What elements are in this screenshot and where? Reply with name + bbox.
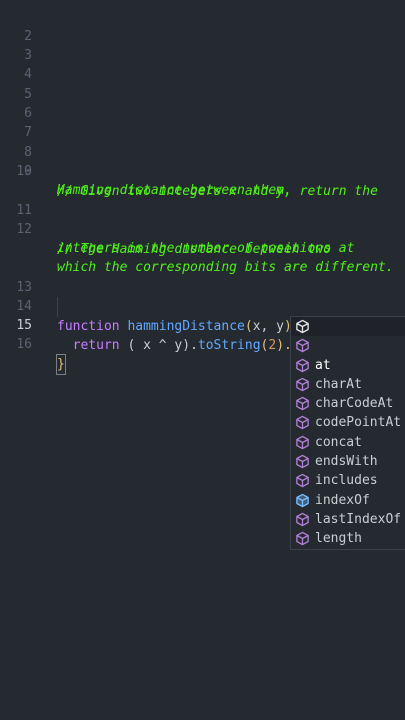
method-icon [296, 339, 309, 353]
editor-line-wrap: Hamming distance between them. [0, 162, 405, 198]
method-icon [296, 474, 309, 488]
editor-line: 13 [0, 259, 405, 295]
number-literal: 2 [268, 337, 277, 353]
editor-line: 12 // The Hamming distance between two [0, 201, 405, 256]
editor-line: 4 [0, 46, 405, 82]
method-icon [296, 358, 309, 372]
editor-line: 14 function hammingDistance(x, y){ [0, 278, 405, 335]
property-icon [296, 493, 309, 507]
suggestion-item[interactable]: charCodeAt [291, 356, 405, 411]
code-editor[interactable]: 2 3 4 5 6 7 8 9 10 // Given two integers… [0, 0, 405, 720]
method-icon [296, 512, 309, 527]
method-icon [296, 416, 309, 430]
editor-line: 11 [0, 182, 405, 218]
suggestion-item[interactable]: at [291, 317, 405, 373]
method-icon [296, 396, 309, 411]
editor-line-wrap: integers is the number of positions at [0, 220, 405, 256]
method-icon [296, 319, 309, 334]
editor-line: 8 [0, 124, 405, 160]
editor-line-active: 15 return ( x ^ y).toString(2). [0, 297, 405, 353]
suggestion-item[interactable]: indexOf [291, 452, 405, 508]
suggestion-item[interactable]: includes [291, 433, 405, 488]
editor-line: 7 [0, 104, 405, 140]
method-icon [296, 454, 309, 469]
editor-line: 6 [0, 85, 405, 121]
suggestion-item[interactable]: length [291, 491, 405, 546]
editor-line: 3 [0, 27, 405, 63]
editor-line: 2 [0, 8, 405, 44]
suggestion-item[interactable]: lastIndexOf [291, 471, 405, 527]
suggestion-item[interactable]: codePointAt [291, 375, 405, 430]
suggestion-item[interactable]: concat [291, 394, 405, 450]
suggestion-item[interactable]: charAt [291, 336, 405, 392]
editor-line: 5 [0, 66, 405, 102]
editor-line: 10 // Given two integers x and y, return… [0, 143, 405, 198]
close-brace: } [56, 353, 66, 375]
editor-line-wrap: which the corresponding bits are differe… [0, 239, 405, 275]
method-name: toString [197, 337, 261, 353]
autocomplete-suggestions[interactable]: at charAt charCodeAt codePointAt concat … [290, 316, 405, 550]
suggestion-item[interactable]: localeCompare [291, 510, 405, 529]
suggestion-item[interactable]: endsWith [291, 413, 405, 469]
code-text: return ( x ^ y).toString(2). [57, 336, 294, 355]
expression: ( x ^ y). [119, 337, 198, 353]
method-icon [296, 377, 309, 392]
line-number: 16 [16, 337, 32, 353]
keyword-return: return [72, 337, 120, 353]
suggestion-item[interactable]: match [291, 529, 405, 548]
method-icon [296, 532, 309, 546]
method-icon [296, 435, 309, 450]
